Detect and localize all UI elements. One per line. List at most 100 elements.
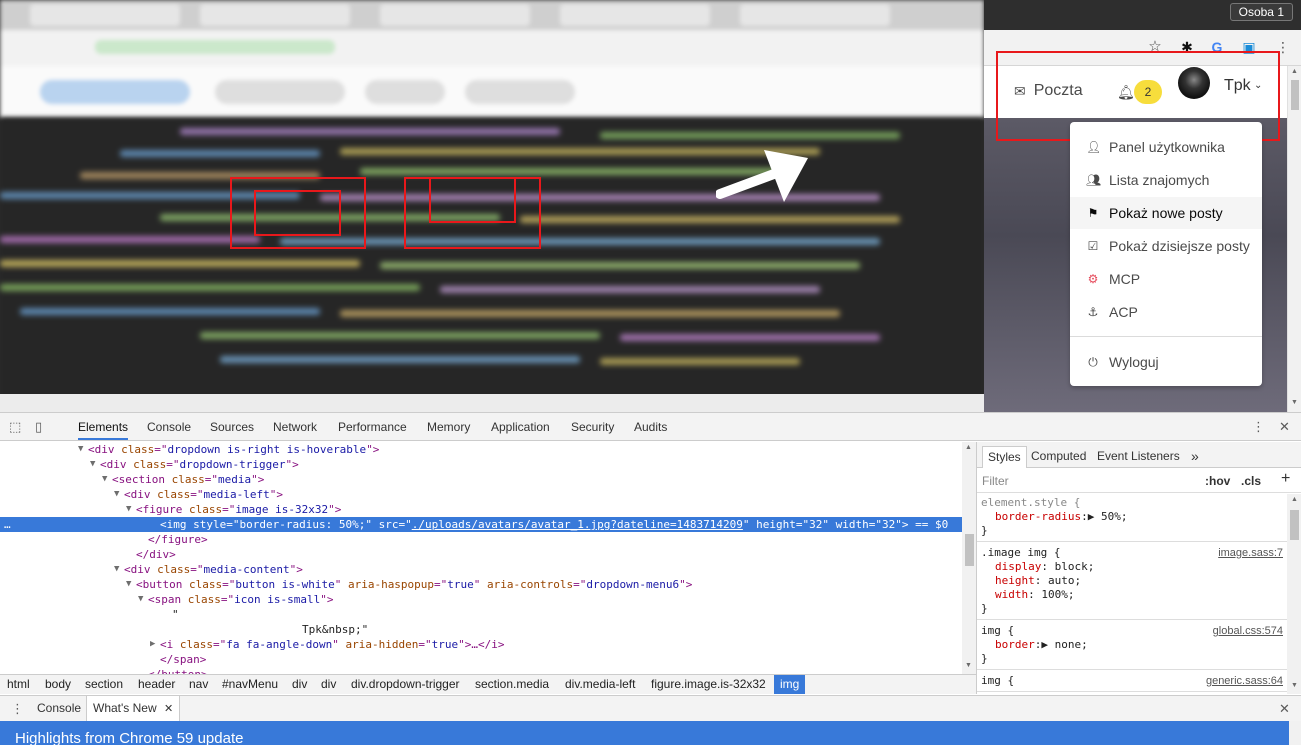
drawer-tab-console[interactable]: Console	[31, 696, 87, 721]
scroll-up-icon[interactable]: ▲	[965, 444, 972, 451]
scroll-down-icon[interactable]: ▼	[1291, 682, 1298, 689]
menu-item-acp[interactable]: ⚓ ACP	[1070, 296, 1262, 328]
dom-node-line[interactable]: </div>	[0, 547, 962, 562]
dom-node-line[interactable]: ▼ <section class="media">	[0, 472, 962, 487]
css-property[interactable]: width: 100%;	[977, 588, 1287, 602]
tab-security[interactable]: Security	[571, 413, 614, 440]
drawer-tab-whats-new[interactable]: What's New ✕	[86, 696, 181, 721]
menu-item-mcp[interactable]: ⚙ MCP	[1070, 263, 1262, 295]
page-scrollbar[interactable]: ▲ ▼	[1287, 66, 1301, 412]
expand-triangle-icon[interactable]: ▼	[126, 502, 131, 517]
node-actions-icon[interactable]: …	[4, 517, 11, 532]
menu-item-today-posts[interactable]: ☑ Pokaż dzisiejsze posty	[1070, 230, 1262, 262]
breadcrumb-item[interactable]: body	[45, 675, 71, 694]
css-property[interactable]: display: block;	[977, 560, 1287, 574]
breadcrumb-item[interactable]: html	[7, 675, 30, 694]
menu-item-friends[interactable]: 👥︎ Lista znajomych	[1070, 164, 1262, 196]
tab-memory[interactable]: Memory	[427, 413, 470, 440]
expand-triangle-icon[interactable]: ▼	[126, 577, 131, 592]
collapse-triangle-icon[interactable]: ▶	[150, 637, 155, 652]
scroll-thumb[interactable]	[965, 534, 974, 566]
breadcrumb-item[interactable]: section.media	[475, 675, 549, 694]
scroll-down-icon[interactable]: ▼	[1291, 399, 1298, 406]
profile-button[interactable]: Osoba 1	[1229, 3, 1293, 21]
css-source-link[interactable]: generic.sass:64	[1206, 674, 1283, 688]
dom-node-line[interactable]: </figure>	[0, 532, 962, 547]
dom-node-line[interactable]: </span>	[0, 652, 962, 667]
close-tab-icon[interactable]: ✕	[164, 703, 173, 715]
breadcrumb-item[interactable]: div	[292, 675, 307, 694]
devtools-menu-icon[interactable]: ⋮	[1252, 419, 1265, 435]
expand-triangle-icon[interactable]: ▼	[78, 442, 83, 457]
dom-node-line[interactable]: Tpk&nbsp;"	[0, 622, 962, 637]
breadcrumb-item[interactable]: div.dropdown-trigger	[351, 675, 460, 694]
tab-application[interactable]: Application	[491, 413, 550, 440]
tab-styles[interactable]: Styles	[982, 446, 1027, 468]
scroll-up-icon[interactable]: ▲	[1291, 496, 1298, 503]
cls-toggle[interactable]: .cls	[1241, 474, 1261, 488]
dom-node-line[interactable]: ▶ <i class="fa fa-angle-down" aria-hidden…	[0, 637, 962, 652]
drawer-menu-icon[interactable]: ⋮	[11, 701, 24, 717]
expand-triangle-icon[interactable]: ▼	[114, 487, 119, 502]
expand-triangle-icon[interactable]: ▼	[102, 472, 107, 487]
more-tabs-icon[interactable]: »	[1186, 446, 1204, 468]
styles-filter-input[interactable]: Filter	[982, 474, 1009, 488]
elements-dom-tree[interactable]: ▼ <div class="dropdown is-right is-hovera…	[0, 442, 962, 674]
breadcrumb-item[interactable]: header	[138, 675, 175, 694]
dom-node-line[interactable]: "	[0, 607, 962, 622]
dom-node-line[interactable]: ▼ <div class="dropdown is-right is-hovera…	[0, 442, 962, 457]
menu-item-user-panel[interactable]: 👤︎ Panel użytkownika	[1070, 131, 1262, 163]
menu-item-logout[interactable]: ⏻ Wyloguj	[1070, 346, 1262, 378]
css-source-link[interactable]: global.css:574	[1213, 624, 1283, 638]
breadcrumb-item[interactable]: nav	[189, 675, 208, 694]
css-rule[interactable]: img {global.css:574 border:▶ none;}	[977, 624, 1287, 670]
scroll-thumb[interactable]	[1290, 510, 1299, 540]
css-property[interactable]: border:▶ none;	[977, 638, 1287, 652]
breadcrumb-item[interactable]: #navMenu	[222, 675, 278, 694]
elements-scrollbar[interactable]: ▲ ▼	[962, 442, 976, 674]
dom-node-line[interactable]: … <img style="border-radius: 50%;" src=".…	[0, 517, 962, 532]
tab-computed[interactable]: Computed	[1026, 446, 1091, 468]
dom-node-line[interactable]: ▼ <div class="dropdown-trigger">	[0, 457, 962, 472]
close-icon[interactable]: ✕	[1279, 419, 1290, 435]
breadcrumb-item[interactable]: section	[85, 675, 123, 694]
styles-scrollbar[interactable]: ▲ ▼	[1287, 494, 1301, 694]
css-property[interactable]: border-radius:▶ 50%;	[977, 510, 1287, 524]
scroll-up-icon[interactable]: ▲	[1291, 68, 1298, 75]
breadcrumb-item[interactable]: div.media-left	[565, 675, 635, 694]
breadcrumb-item[interactable]: div	[321, 675, 336, 694]
css-rule[interactable]: element.style {border-radius:▶ 50%;}	[977, 496, 1287, 542]
dom-node-line[interactable]: ▼ <button class="button is-white" aria-ha…	[0, 577, 962, 592]
breadcrumb-item[interactable]: figure.image.is-32x32	[651, 675, 766, 694]
breadcrumb-item[interactable]: img	[774, 675, 806, 694]
close-drawer-icon[interactable]: ✕	[1279, 701, 1290, 717]
anchor-icon: ⚓	[1087, 305, 1099, 319]
css-property[interactable]: height: auto;	[977, 574, 1287, 588]
expand-triangle-icon[interactable]: ▼	[114, 562, 119, 577]
add-rule-icon[interactable]: +	[1281, 470, 1290, 488]
css-source-link[interactable]: image.sass:7	[1218, 546, 1283, 560]
dom-node-line[interactable]: ▼ <figure class="image is-32x32">	[0, 502, 962, 517]
scroll-down-icon[interactable]: ▼	[965, 662, 972, 669]
tab-sources[interactable]: Sources	[210, 413, 254, 440]
scroll-thumb[interactable]	[1291, 80, 1299, 110]
dom-node-line[interactable]: ▼ <div class="media-content">	[0, 562, 962, 577]
css-rule[interactable]: img {generic.sass:64	[977, 674, 1287, 692]
tab-event-listeners[interactable]: Event Listeners	[1092, 446, 1185, 468]
tab-performance[interactable]: Performance	[338, 413, 407, 440]
drawer-scrollbar[interactable]	[1289, 721, 1301, 745]
dom-node-line[interactable]: </button>	[0, 667, 962, 674]
tab-network[interactable]: Network	[273, 413, 317, 440]
inspect-element-icon[interactable]: ⬚	[9, 419, 21, 435]
css-rule[interactable]: .image img {image.sass:7 display: block; h…	[977, 546, 1287, 620]
tab-elements[interactable]: Elements	[78, 413, 129, 440]
hov-toggle[interactable]: :hov	[1205, 474, 1230, 488]
menu-item-new-posts[interactable]: ⚑ Pokaż nowe posty	[1070, 197, 1262, 229]
tab-console[interactable]: Console	[147, 413, 191, 440]
dom-node-line[interactable]: ▼ <span class="icon is-small">	[0, 592, 962, 607]
tab-audits[interactable]: Audits	[634, 413, 667, 440]
expand-triangle-icon[interactable]: ▼	[90, 457, 95, 472]
dom-node-line[interactable]: ▼ <div class="media-left">	[0, 487, 962, 502]
expand-triangle-icon[interactable]: ▼	[138, 592, 143, 607]
device-toolbar-icon[interactable]: ▯	[35, 419, 42, 435]
